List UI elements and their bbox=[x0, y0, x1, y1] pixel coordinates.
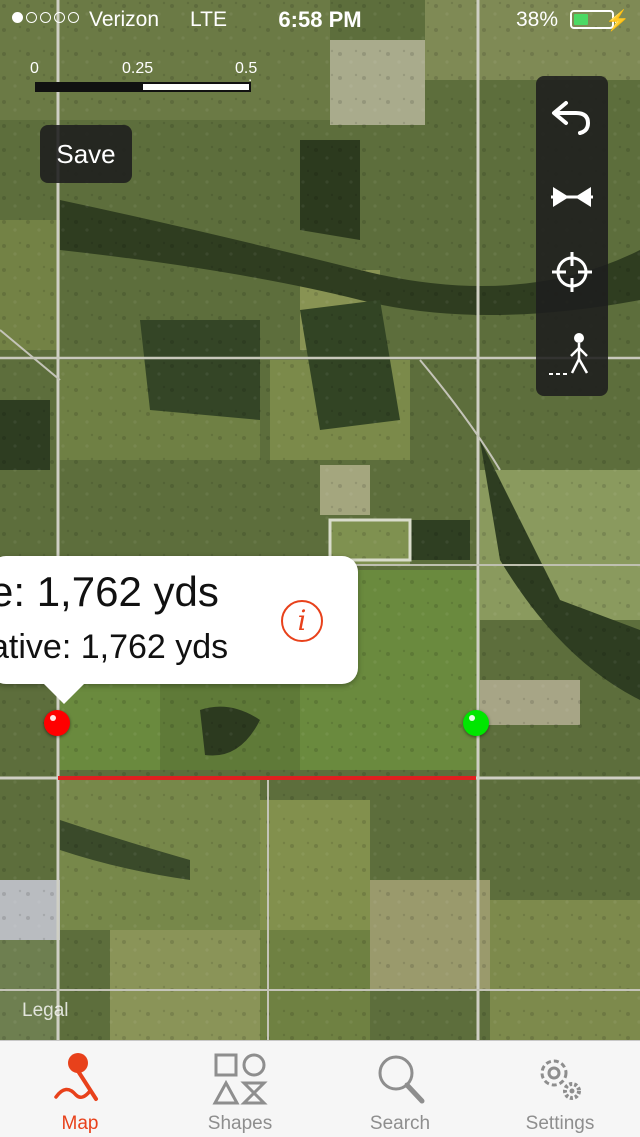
status-bar: Verizon LTE 6:58 PM 38% ⚡ bbox=[0, 0, 640, 40]
end-marker[interactable] bbox=[463, 710, 489, 736]
walk-mode-button[interactable] bbox=[536, 320, 608, 390]
tab-settings[interactable]: Settings bbox=[480, 1041, 640, 1137]
tab-label-search: Search bbox=[369, 1113, 431, 1134]
undo-button[interactable] bbox=[536, 82, 608, 152]
tab-label-shapes: Shapes bbox=[207, 1113, 273, 1134]
start-marker[interactable] bbox=[44, 710, 70, 736]
undo-arrow-icon bbox=[552, 101, 591, 135]
magnifier-icon bbox=[378, 1055, 425, 1104]
tab-map[interactable]: Map bbox=[0, 1041, 160, 1137]
tab-shapes[interactable]: Shapes bbox=[160, 1041, 320, 1137]
map-pin-icon bbox=[54, 1053, 98, 1101]
tab-search[interactable]: Search bbox=[320, 1041, 480, 1137]
battery-percent: 38% bbox=[515, 8, 558, 31]
save-button[interactable]: Save bbox=[40, 125, 132, 183]
gears-icon bbox=[540, 1059, 581, 1100]
map-scale-bar: 0 0.25 0.5 mi bbox=[30, 60, 260, 100]
scale-bar-graphic bbox=[35, 82, 251, 92]
map-tools-panel bbox=[536, 76, 608, 396]
tab-label-map: Map bbox=[61, 1113, 99, 1134]
pedestrian-icon bbox=[549, 333, 589, 375]
scale-label-0: 0 bbox=[30, 60, 39, 77]
shapes-icon bbox=[212, 1053, 268, 1105]
info-icon[interactable]: i bbox=[281, 600, 323, 642]
distance-callout: e: 1,762 yds ative: 1,762 yds i bbox=[0, 556, 358, 704]
collapse-button[interactable] bbox=[536, 162, 608, 232]
tab-label-settings: Settings bbox=[525, 1113, 595, 1134]
locate-button[interactable] bbox=[536, 237, 608, 307]
scale-label-mid: 0.25 bbox=[122, 60, 154, 77]
distance-value: e: 1,762 yds bbox=[0, 568, 219, 615]
crosshair-icon bbox=[552, 252, 592, 292]
bolt-icon: ⚡ bbox=[605, 10, 630, 32]
tab-bar: Map Shapes Search Settings bbox=[0, 1040, 640, 1137]
legal-link[interactable]: Legal bbox=[22, 1000, 69, 1022]
arrows-inward-icon bbox=[551, 187, 593, 207]
cumulative-value: ative: 1,762 yds bbox=[0, 628, 229, 666]
